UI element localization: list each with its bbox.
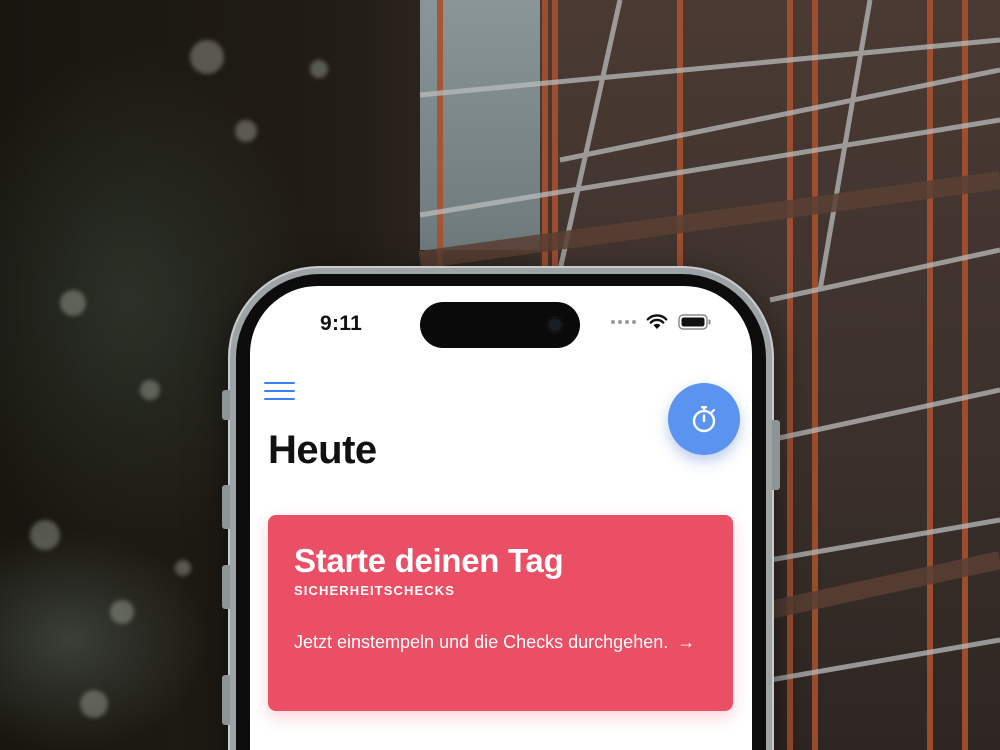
phone-volume-button-lower <box>222 675 230 725</box>
front-camera <box>546 316 564 334</box>
phone-volume-up-button <box>222 485 230 529</box>
app-screen: 9:11 Heute Starte deinen Tag SICHERHEITS… <box>250 286 752 750</box>
phone-power-button <box>772 420 780 490</box>
stopwatch-button[interactable] <box>668 383 740 455</box>
wifi-icon <box>646 314 668 329</box>
battery-icon <box>678 314 711 330</box>
status-bar-time: 9:11 <box>320 312 363 335</box>
page-title: Heute <box>268 428 377 472</box>
card-body-text: Jetzt einstempeln und die Checks durchge… <box>294 632 669 652</box>
dynamic-island <box>420 302 580 348</box>
card-body: Jetzt einstempeln und die Checks durchge… <box>294 628 714 657</box>
phone-volume-down-button <box>222 565 230 609</box>
arrow-right-icon: → <box>677 632 696 652</box>
stopwatch-icon <box>692 406 716 433</box>
hamburger-menu-button[interactable] <box>264 380 296 402</box>
phone-action-button <box>222 390 230 420</box>
cellular-signal-icon <box>611 320 636 324</box>
status-bar-indicators <box>611 314 712 330</box>
card-title: Starte deinen Tag <box>294 542 564 579</box>
card-subtitle: SICHERHEITSCHECKS <box>294 583 455 598</box>
hamburger-menu-icon <box>264 382 295 400</box>
start-day-card[interactable]: Starte deinen Tag SICHERHEITSCHECKS Jetz… <box>268 515 733 711</box>
